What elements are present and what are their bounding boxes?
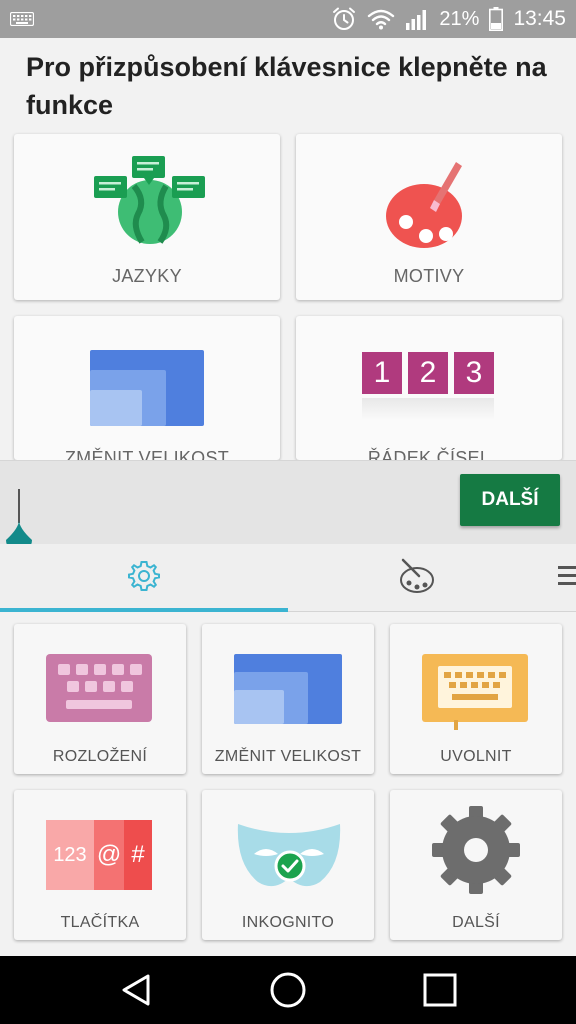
tile-resize[interactable]: ZMĚNIT VELIKOST: [202, 624, 374, 774]
tile-label: ZMĚNIT VELIKOST: [214, 748, 362, 765]
alarm-icon: [333, 7, 356, 30]
undock-keyboard-icon: [422, 654, 528, 730]
number-key: 3: [454, 352, 494, 394]
feature-card-languages[interactable]: JAZYKY: [14, 134, 280, 300]
feature-card-themes[interactable]: MOTIVY: [296, 134, 562, 300]
back-icon[interactable]: [118, 972, 154, 1008]
resize-icon: [90, 350, 204, 426]
number-row-reflection: [362, 398, 494, 420]
feature-card-label: ŘÁDEK ČÍSEL: [367, 448, 491, 460]
languages-globe-icon: [94, 156, 205, 244]
tile-label: TLAČÍTKA: [60, 914, 140, 931]
active-tab-indicator: [0, 608, 288, 612]
battery-icon: [489, 7, 504, 31]
tab-settings[interactable]: [0, 544, 288, 608]
keyboard-icon: [10, 12, 34, 26]
next-button[interactable]: DALŠÍ: [460, 474, 560, 526]
gear-icon: [128, 561, 160, 591]
menu-icon: [558, 566, 576, 585]
feature-card-label: MOTIVY: [393, 266, 465, 286]
palette-icon: [400, 558, 434, 593]
number-key: 2: [408, 352, 448, 394]
keys-icon: 123 @ #: [46, 820, 152, 890]
keys-hash: #: [124, 820, 152, 890]
tile-keys[interactable]: 123 @ # TLAČÍTKA: [14, 790, 186, 940]
settings-gear-icon: [432, 806, 520, 894]
tile-label: DALŠÍ: [452, 914, 500, 931]
resize-icon: [234, 654, 342, 724]
wifi-icon: [368, 9, 395, 30]
tile-label: UVOLNIT: [440, 748, 512, 765]
tab-more-menu[interactable]: [552, 544, 576, 608]
feature-card-resize[interactable]: ZMĚNIT VELIKOST: [14, 316, 280, 460]
number-row-icon: 1 2 3: [362, 352, 494, 394]
tile-label: ROZLOŽENÍ: [52, 748, 148, 765]
feature-card-label: JAZYKY: [112, 266, 182, 286]
recents-icon[interactable]: [422, 972, 458, 1008]
keys-at: @: [94, 820, 124, 890]
system-nav-bar: [0, 956, 576, 1024]
page-title: Pro přizpůsobení klávesnice klepněte na …: [26, 52, 547, 120]
text-cursor-line: [18, 489, 20, 523]
palette-icon: [386, 162, 462, 248]
tile-layout[interactable]: ROZLOŽENÍ: [14, 624, 186, 774]
tile-more[interactable]: DALŠÍ: [390, 790, 562, 940]
feature-card-number-row[interactable]: 1 2 3 ŘÁDEK ČÍSEL: [296, 316, 562, 460]
status-bar: 21% 13:45: [0, 0, 576, 38]
number-key: 1: [362, 352, 402, 394]
tile-incognito[interactable]: INKOGNITO: [202, 790, 374, 940]
clock-time: 13:45: [513, 7, 566, 30]
keys-digits: 123: [46, 820, 94, 890]
tile-undock[interactable]: UVOLNIT: [390, 624, 562, 774]
home-icon[interactable]: [268, 970, 308, 1010]
battery-percent: 21%: [439, 7, 480, 30]
tile-label: INKOGNITO: [241, 914, 335, 931]
tab-themes[interactable]: [288, 544, 548, 608]
feature-card-label: ZMĚNIT VELIKOST: [64, 448, 230, 460]
incognito-mask-icon: [237, 824, 341, 887]
signal-icon: [406, 10, 427, 30]
layout-keyboard-icon: [46, 654, 152, 722]
